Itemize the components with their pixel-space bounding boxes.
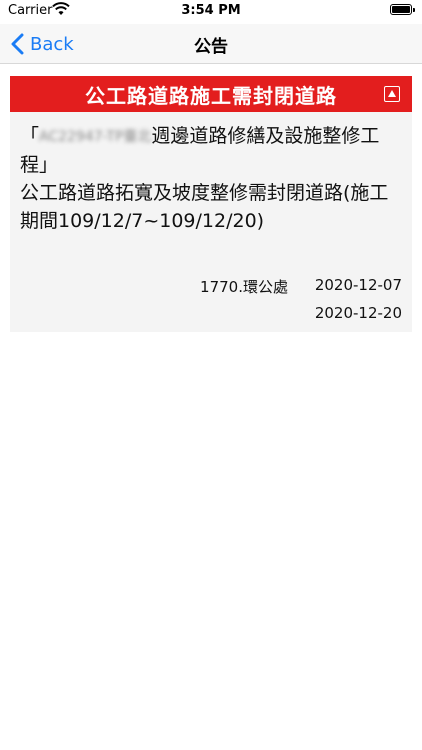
- page-title: 公告: [194, 37, 228, 57]
- navigation-bar: Back 公告: [0, 24, 422, 64]
- battery-icon: [390, 4, 415, 15]
- announcement-header: 公工路道路施工需封閉道路: [10, 76, 412, 112]
- collapse-button[interactable]: [384, 86, 400, 102]
- announcement-line2: 公工路道路拓寬及坡度整修需封閉道路(施工期間109/12/7~109/12/20…: [20, 181, 389, 232]
- announcement-title: 公工路道路施工需封閉道路: [85, 83, 337, 108]
- end-date: 2020-12-20: [314, 304, 402, 322]
- triangle-up-icon: [388, 90, 396, 97]
- clock-time: 3:54 PM: [181, 3, 241, 18]
- announcement-card: 公工路道路施工需封閉道路 「AC22947-TP臺北週邊道路修繕及設施整修工程」…: [10, 76, 412, 332]
- start-date: 2020-12-07: [314, 276, 402, 294]
- announcement-body: 「AC22947-TP臺北週邊道路修繕及設施整修工程」 公工路道路拓寬及坡度整修…: [20, 122, 404, 235]
- status-bar: Carrier 3:54 PM: [0, 0, 422, 24]
- office-label: 1770.環公處: [200, 278, 288, 296]
- redacted-id: AC22947-TP臺北: [39, 128, 152, 145]
- quote-open: 「: [20, 125, 40, 147]
